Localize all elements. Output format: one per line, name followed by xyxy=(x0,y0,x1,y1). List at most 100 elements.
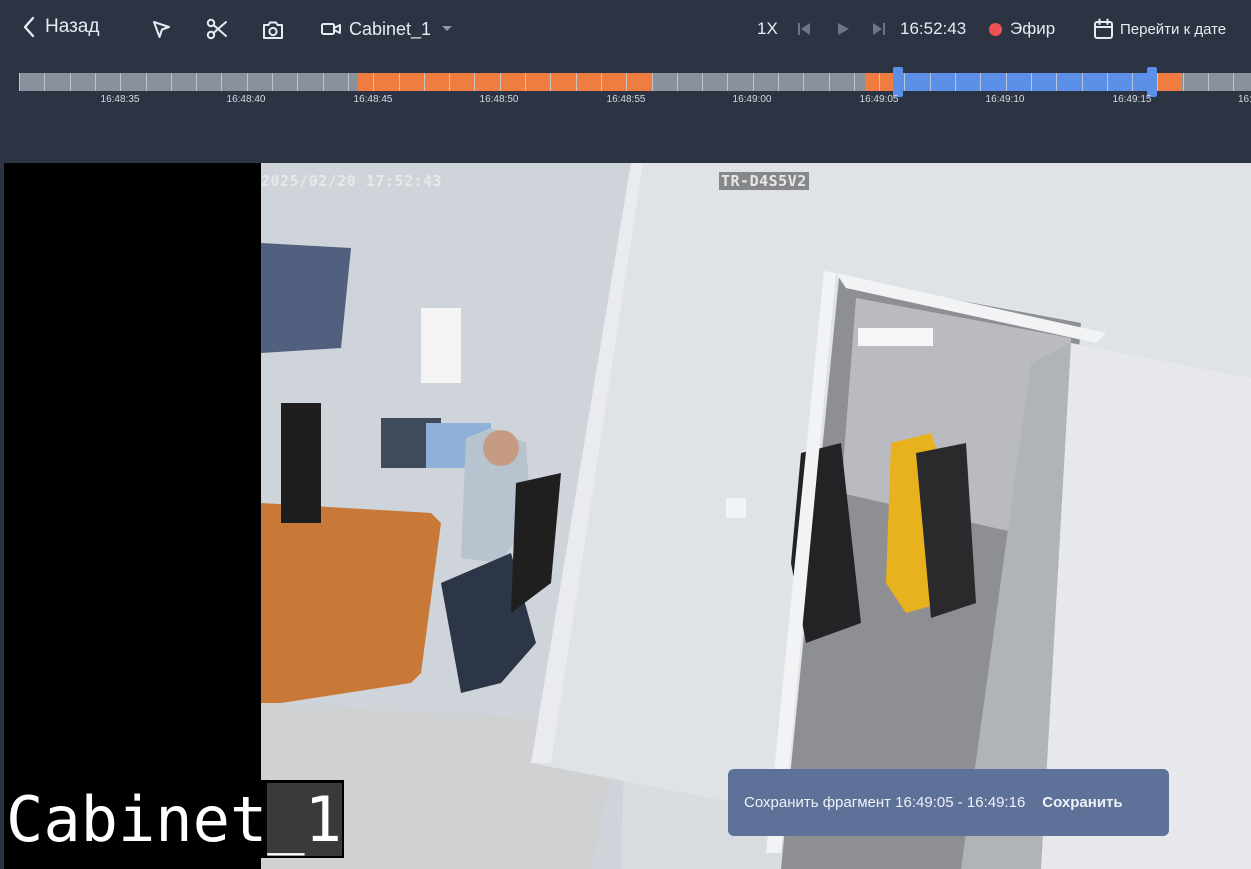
timeline-tick xyxy=(525,73,526,91)
timeline-tick xyxy=(399,73,400,91)
live-label: Эфир xyxy=(1010,19,1056,38)
timeline-tick xyxy=(601,73,602,91)
timeline-tick xyxy=(879,73,880,91)
camera-overlay-label-tail: _1 xyxy=(267,782,342,856)
save-fragment-toast: Сохранить фрагмент 16:49:05 - 16:49:16 С… xyxy=(728,769,1169,836)
caret-down-icon xyxy=(442,26,453,31)
timeline-tick xyxy=(95,73,96,91)
live-dot-icon xyxy=(989,22,1002,36)
timeline-tick xyxy=(778,73,779,91)
video-camera-icon xyxy=(321,23,341,35)
timeline-tick xyxy=(146,73,147,91)
timeline-tick xyxy=(955,73,956,91)
skip-back-button[interactable] xyxy=(794,19,814,39)
timeline-label: 16:48:35 xyxy=(100,94,140,105)
timeline-tick xyxy=(829,73,830,91)
recording-segment xyxy=(865,73,895,91)
camera-snapshot-icon xyxy=(263,21,283,39)
selection-end-handle[interactable] xyxy=(1147,67,1157,97)
timeline-tick xyxy=(221,73,222,91)
timeline-track[interactable] xyxy=(19,73,1251,91)
current-time: 16:52:43 xyxy=(900,18,966,40)
timeline-tick xyxy=(727,73,728,91)
timeline-tick xyxy=(19,73,20,91)
osd-camera-model: TR-D4S5V2 xyxy=(719,172,809,190)
timeline-tick xyxy=(449,73,450,91)
speed-label: 1X xyxy=(757,19,778,38)
timeline-tick xyxy=(1183,73,1184,91)
timeline-tick xyxy=(652,73,653,91)
timeline-tick xyxy=(677,73,678,91)
skip-back-icon xyxy=(798,23,810,35)
timeline-label: 16:48:45 xyxy=(353,94,393,105)
timeline-tick xyxy=(1006,73,1007,91)
save-fragment-message: Сохранить фрагмент 16:49:05 - 16:49:16 xyxy=(744,794,1026,811)
timeline-tick xyxy=(474,73,475,91)
selection-range xyxy=(895,73,1153,91)
timeline-tick xyxy=(702,73,703,91)
select-tool-button[interactable] xyxy=(148,16,174,42)
timeline-tick xyxy=(1132,73,1133,91)
timeline-label: 16: xyxy=(1238,94,1251,105)
timeline-tick xyxy=(1157,73,1158,91)
camera-frame-image xyxy=(261,163,1251,869)
save-button[interactable]: Сохранить xyxy=(1042,794,1122,811)
timeline-label: 16:48:55 xyxy=(606,94,646,105)
timeline-tick xyxy=(373,73,374,91)
camera-name: Cabinet_1 xyxy=(349,18,432,39)
speed-button[interactable]: 1X xyxy=(757,18,778,40)
timeline-tick xyxy=(297,73,298,91)
selection-start-handle[interactable] xyxy=(893,67,903,97)
timeline-tick xyxy=(500,73,501,91)
timeline-tick xyxy=(803,73,804,91)
timeline-tick xyxy=(1208,73,1209,91)
back-button[interactable]: Назад xyxy=(22,14,99,40)
timeline-tick xyxy=(44,73,45,91)
goto-date-label: Перейти к дате xyxy=(1120,20,1227,38)
camera-overlay-label: Cabinet _1 xyxy=(4,780,344,858)
recording-segment xyxy=(358,73,652,91)
timeline-tick xyxy=(930,73,931,91)
timeline-tick xyxy=(1233,73,1234,91)
skip-forward-button[interactable] xyxy=(869,19,889,39)
timeline-tick xyxy=(171,73,172,91)
timeline-tick xyxy=(424,73,425,91)
timeline-tick xyxy=(323,73,324,91)
timeline-tick xyxy=(904,73,905,91)
scissors-icon xyxy=(206,18,227,40)
timeline-tick xyxy=(247,73,248,91)
timeline-label: 16:49:05 xyxy=(859,94,899,105)
play-button[interactable] xyxy=(833,19,853,39)
timeline-tick xyxy=(753,73,754,91)
back-label: Назад xyxy=(45,16,100,37)
timeline-tick xyxy=(1107,73,1108,91)
timeline-tick xyxy=(1031,73,1032,91)
video-player[interactable]: 2025/02/20 17:52:43 TR-D4S5V2 Cabinet _1 xyxy=(4,163,1251,869)
timeline-label: 16:49:15 xyxy=(1112,94,1152,105)
timeline-tick xyxy=(272,73,273,91)
skip-forward-icon xyxy=(873,23,885,35)
timeline-label: 16:48:40 xyxy=(226,94,266,105)
timeline-tick xyxy=(980,73,981,91)
chevron-left-icon xyxy=(23,16,35,38)
timeline-tick xyxy=(196,73,197,91)
timeline-tick xyxy=(348,73,349,91)
cursor-icon xyxy=(153,21,170,38)
timeline-tick xyxy=(550,73,551,91)
calendar-icon xyxy=(1094,18,1113,39)
timeline-tick xyxy=(70,73,71,91)
timeline-tick xyxy=(120,73,121,91)
current-time-text: 16:52:43 xyxy=(900,19,967,38)
timeline-tick xyxy=(576,73,577,91)
live-button[interactable]: Эфир xyxy=(989,18,1055,40)
cut-tool-button[interactable] xyxy=(203,15,231,43)
timeline-tick xyxy=(1082,73,1083,91)
toolbar: Назад Cabinet_1 1X 16:52:43 Эфир Перейти… xyxy=(0,0,1251,163)
osd-datetime: 2025/02/20 17:52:43 xyxy=(261,172,443,190)
camera-overlay-label-main: Cabinet xyxy=(6,782,268,856)
goto-date-button[interactable]: Перейти к дате xyxy=(1093,16,1226,42)
play-icon xyxy=(838,23,849,35)
snapshot-button[interactable] xyxy=(259,16,287,44)
camera-selector[interactable]: Cabinet_1 xyxy=(320,16,453,42)
timeline-tick xyxy=(854,73,855,91)
